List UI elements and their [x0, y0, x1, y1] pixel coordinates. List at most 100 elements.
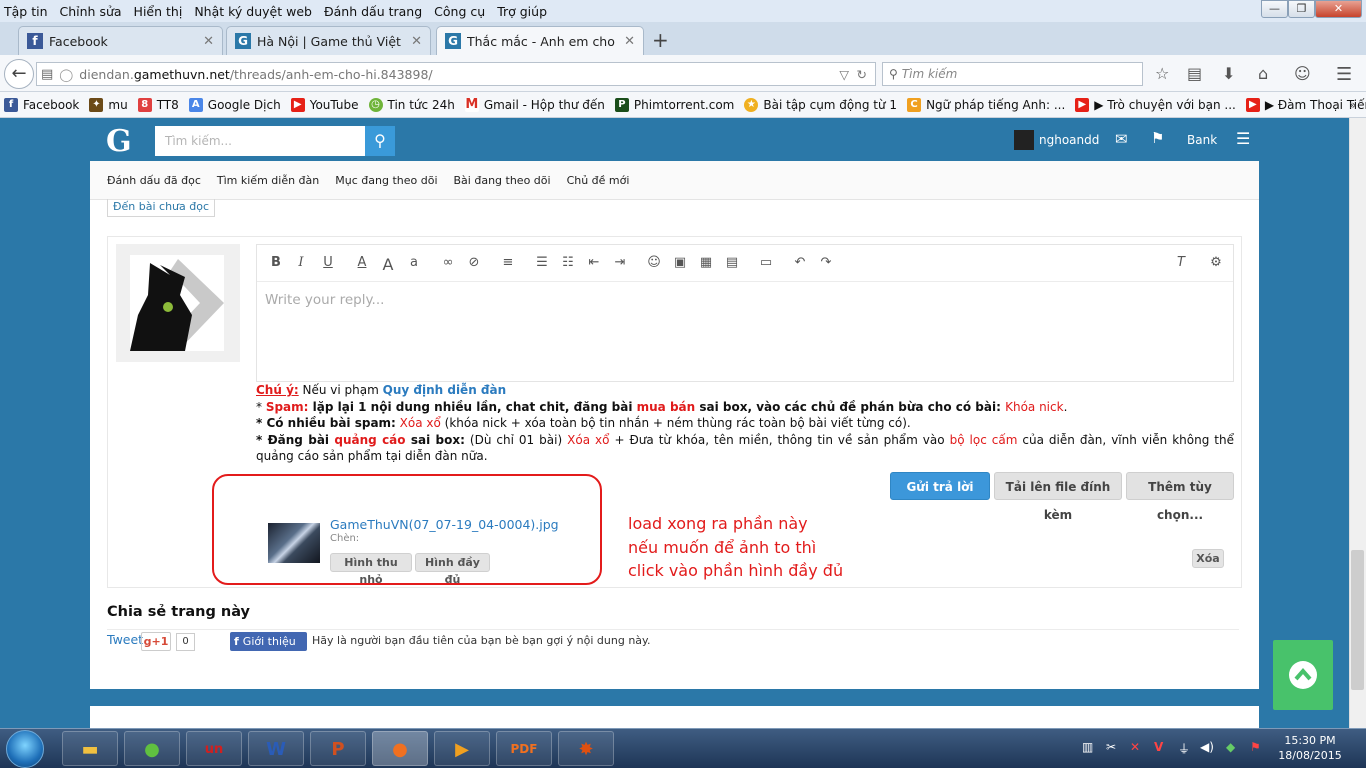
username[interactable]: nghoandd — [1039, 133, 1099, 147]
upload-attachment-button[interactable]: Tải lên file đính kèm — [994, 472, 1122, 522]
menu-help[interactable]: Trợ giúp — [497, 4, 547, 19]
signal-icon[interactable]: ▥ — [1082, 740, 1093, 754]
bookmark-google-translate[interactable]: A Google Dịch — [188, 97, 281, 112]
antivirus-icon[interactable]: V — [1154, 740, 1163, 754]
submit-reply-button[interactable]: Gửi trả lời — [890, 472, 990, 500]
redo-icon[interactable]: ↷ — [818, 255, 834, 270]
underline-icon[interactable]: U — [320, 255, 336, 270]
hamburger-icon[interactable]: ☰ — [1236, 129, 1250, 148]
outdent-icon[interactable]: ⇤ — [586, 255, 602, 270]
tools-icon[interactable]: ✂ — [1106, 740, 1116, 754]
save-draft-icon[interactable]: ▭ — [758, 255, 774, 270]
indent-icon[interactable]: ⇥ — [612, 255, 628, 270]
reload-icon[interactable]: ↻ — [857, 67, 867, 82]
home-icon[interactable]: ⌂ — [1258, 64, 1268, 83]
tweet-link[interactable]: Tweet — [107, 632, 143, 647]
bookmark-tt8[interactable]: 8 TT8 — [137, 97, 179, 112]
page-info-icon[interactable]: ▤ — [41, 67, 53, 82]
scroll-to-top-button[interactable] — [1273, 640, 1333, 710]
browser-search-input[interactable]: ⚲ Tìm kiếm — [882, 62, 1143, 86]
bank-link[interactable]: Bank — [1187, 133, 1217, 147]
unlink-icon[interactable]: ⊘ — [466, 255, 482, 270]
word-icon[interactable]: W — [248, 731, 304, 766]
volume-icon[interactable]: ◀) — [1200, 740, 1214, 754]
media-player-icon[interactable]: ▶ — [434, 731, 490, 766]
minimize-button[interactable]: — — [1261, 0, 1288, 18]
new-tab-icon[interactable]: + — [652, 28, 669, 52]
bookmark-bai-tap[interactable]: ★ Bài tập cụm động từ 1 — [744, 97, 897, 112]
reading-list-icon[interactable]: ▤ — [1187, 64, 1202, 83]
error-icon[interactable]: ✕ — [1130, 740, 1140, 754]
undo-icon[interactable]: ↶ — [792, 255, 808, 270]
menu-file[interactable]: Tập tin — [4, 4, 48, 19]
menu-view[interactable]: Hiển thị — [134, 4, 183, 19]
bullet-list-icon[interactable]: ☰ — [534, 255, 550, 270]
google-plus-button[interactable]: g+1 — [141, 632, 171, 651]
forum-logo[interactable]: G — [106, 124, 136, 159]
game-app-icon[interactable]: ✸ — [558, 731, 614, 766]
toggle-bbcode-icon[interactable]: ⚙ — [1208, 255, 1224, 270]
tab-facebook[interactable]: f Facebook ✕ — [18, 26, 223, 55]
font-family-icon[interactable]: a — [406, 255, 422, 270]
forum-search-button[interactable]: ⚲ — [365, 126, 395, 156]
font-size-icon[interactable]: A — [380, 255, 396, 274]
bookmark-mu[interactable]: ✦ mu — [89, 97, 128, 112]
close-tab-icon[interactable]: ✕ — [624, 34, 635, 49]
subnav-watched-threads[interactable]: Bài đang theo dõi — [454, 174, 551, 187]
user-avatar-icon[interactable] — [1014, 130, 1034, 150]
close-tab-icon[interactable]: ✕ — [203, 34, 214, 49]
system-clock[interactable]: 15:30 PM 18/08/2015 — [1275, 733, 1345, 763]
close-window-button[interactable]: ✕ — [1315, 0, 1362, 18]
menu-history[interactable]: Nhật ký duyệt web — [194, 4, 312, 19]
facebook-recommend-button[interactable]: f Giới thiệu — [230, 632, 307, 651]
subnav-watched-forums[interactable]: Mục đang theo dõi — [335, 174, 437, 187]
bookmark-dam-thoai[interactable]: ▶▶ Đàm Thoại Tiếng A... — [1245, 97, 1366, 112]
tab-hanoi[interactable]: G Hà Nội | Game thủ Việt Na... ✕ — [226, 26, 431, 55]
font-color-icon[interactable]: A — [354, 255, 370, 270]
bookmark-gmail[interactable]: M Gmail - Hộp thư đến — [464, 97, 605, 112]
bookmark-tro-chuyen[interactable]: ▶ ▶ Trò chuyện với bạn ... — [1075, 97, 1236, 112]
menu-bookmarks[interactable]: Đánh dấu trang — [324, 4, 422, 19]
link-icon[interactable]: ∞ — [440, 255, 456, 270]
bookmark-facebook[interactable]: f Facebook — [4, 97, 79, 112]
align-icon[interactable]: ≡ — [500, 255, 516, 270]
chat-icon[interactable]: ☺ — [1294, 64, 1311, 83]
menu-tools[interactable]: Công cụ — [434, 4, 485, 19]
unread-posts-link[interactable]: Đến bài chưa đọc — [107, 199, 216, 217]
italic-icon[interactable]: I — [293, 255, 309, 270]
bookmark-youtube[interactable]: ▶ YouTube — [290, 97, 359, 112]
scrollbar-thumb[interactable] — [1351, 550, 1364, 690]
media-icon[interactable]: ▦ — [698, 255, 714, 270]
forum-search-input[interactable]: Tìm kiếm... — [155, 126, 365, 156]
bookmark-phimtorrent[interactable]: P Phimtorrent.com — [614, 97, 734, 112]
firefox-icon[interactable]: ● — [372, 731, 428, 766]
bookmarks-overflow-icon[interactable]: » — [1349, 98, 1356, 112]
pdf-icon[interactable]: PDF — [496, 731, 552, 766]
file-explorer-icon[interactable]: ▬ — [62, 731, 118, 766]
more-options-button[interactable]: Thêm tùy chọn... — [1126, 472, 1234, 522]
quote-icon[interactable]: ▤ — [724, 255, 740, 270]
subnav-search-forum[interactable]: Tìm kiếm diễn đàn — [217, 174, 319, 187]
subnav-mark-read[interactable]: Đánh dấu đã đọc — [107, 174, 201, 187]
language-icon[interactable]: ⚑ — [1250, 740, 1261, 754]
network-icon[interactable]: ◆ — [1226, 740, 1235, 754]
clear-format-icon[interactable]: T — [1173, 255, 1189, 270]
powerpoint-icon[interactable]: P — [310, 731, 366, 766]
menu-icon[interactable]: ☰ — [1336, 64, 1352, 85]
download-icon[interactable]: ⬇ — [1222, 64, 1235, 83]
close-tab-icon[interactable]: ✕ — [411, 34, 422, 49]
maximize-button[interactable]: ❐ — [1288, 0, 1315, 18]
start-button[interactable] — [6, 730, 44, 768]
unikey-icon[interactable]: un — [186, 731, 242, 766]
delete-attachment-button[interactable]: Xóa — [1192, 549, 1224, 568]
bookmark-tintuc24h[interactable]: ◷ Tin tức 24h — [368, 97, 455, 112]
tab-thac-mac[interactable]: G Thắc mắc - Anh em cho h... ✕ — [436, 26, 644, 55]
bookmark-star-icon[interactable]: ☆ — [1155, 64, 1169, 83]
usb-icon[interactable]: ⏚ — [1178, 740, 1190, 757]
flag-icon[interactable]: ⚑ — [1151, 129, 1164, 147]
parrot-app-icon[interactable]: ● — [124, 731, 180, 766]
smiley-icon[interactable]: ☺ — [646, 255, 662, 270]
numbered-list-icon[interactable]: ☷ — [560, 255, 576, 270]
image-icon[interactable]: ▣ — [672, 255, 688, 270]
back-button[interactable]: ← — [4, 59, 34, 89]
